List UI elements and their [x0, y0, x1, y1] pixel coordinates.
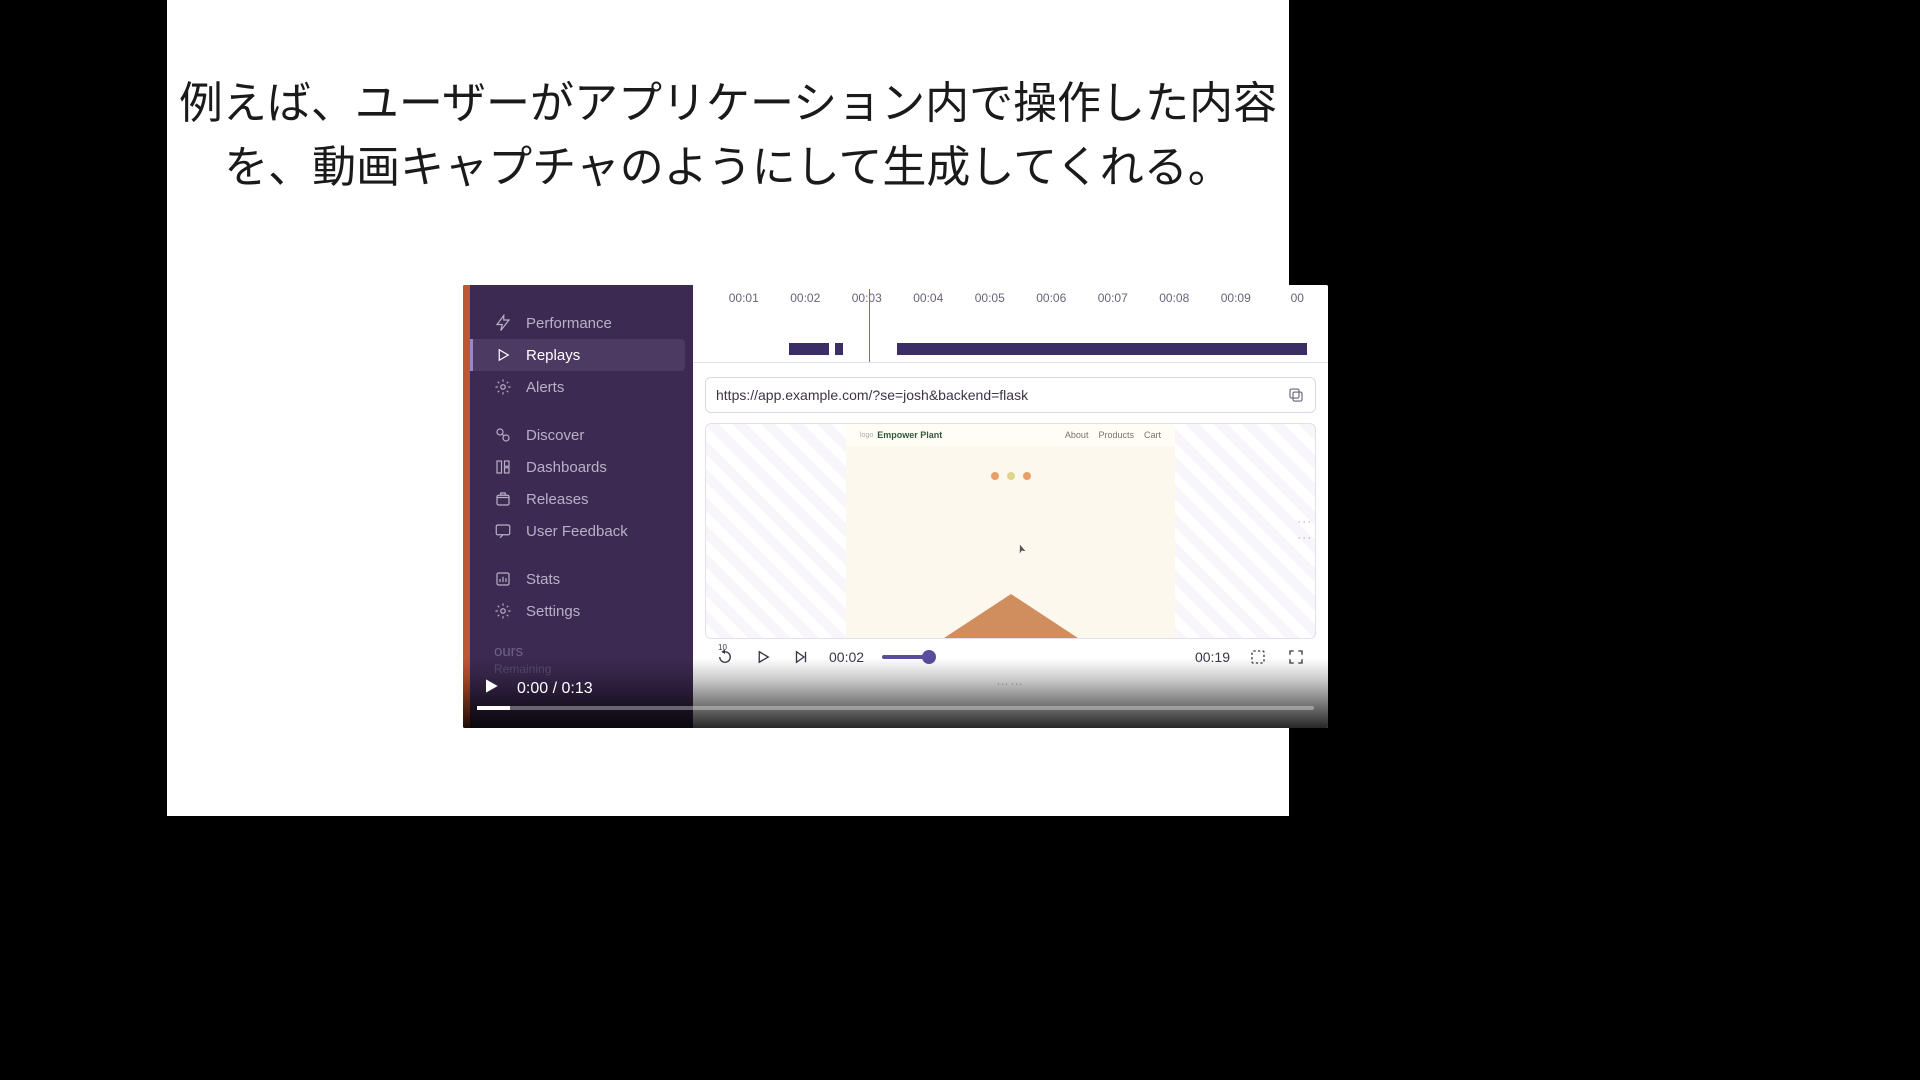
timeline-tick: 00:06 — [1021, 291, 1083, 305]
timeline-segment — [897, 343, 1307, 355]
url-text: https://app.example.com/?se=josh&backend… — [716, 387, 1028, 403]
site-link[interactable]: Products — [1098, 430, 1134, 440]
sidebar-item-label: Discover — [526, 427, 584, 444]
timeline-tick: 00:02 — [775, 291, 837, 305]
sidebar-item-label: Alerts — [526, 379, 564, 396]
package-icon — [494, 490, 512, 508]
site-header: logo Empower Plant About Products Cart — [846, 424, 1175, 446]
replay-stage: logo Empower Plant About Products Cart — [705, 423, 1316, 639]
sidebar-item-label: User Feedback — [526, 523, 628, 540]
sidebar-item-user-feedback[interactable]: User Feedback — [470, 515, 693, 547]
copy-icon[interactable] — [1287, 386, 1305, 404]
video-time: 0:00 / 0:13 — [517, 680, 593, 698]
site-brand: Empower Plant — [877, 430, 942, 440]
sidebar-item-discover[interactable]: Discover — [470, 419, 693, 451]
timeline-ticks: 00:0100:0200:0300:0400:0500:0600:0700:08… — [693, 291, 1328, 305]
timeline-tick: 00:03 — [836, 291, 898, 305]
slide: 例えば、ユーザーがアプリケーション内で操作した内容を、動画キャプチャのようにして… — [167, 0, 1289, 816]
stats-icon — [494, 570, 512, 588]
timeline-segment — [835, 343, 843, 355]
cursor-icon — [1017, 541, 1030, 554]
sidebar-item-label: Replays — [526, 347, 580, 364]
sidebar-item-performance[interactable]: Performance — [470, 307, 693, 339]
grid-icon — [494, 458, 512, 476]
timeline-tick: 00:05 — [959, 291, 1021, 305]
video-play-icon[interactable] — [481, 676, 501, 701]
sidebar-item-label: Settings — [526, 603, 580, 620]
sidebar-item-settings[interactable]: Settings — [470, 595, 693, 627]
sidebar-item-label: Stats — [526, 571, 560, 588]
timeline-tick: 00:09 — [1205, 291, 1267, 305]
timeline-tick: 00 — [1267, 291, 1329, 305]
sidebar-item-releases[interactable]: Releases — [470, 483, 693, 515]
sidebar-item-alerts[interactable]: Alerts — [470, 371, 693, 403]
timeline-segment — [789, 343, 829, 355]
timeline-tick: 00:01 — [713, 291, 775, 305]
video-frame[interactable]: Performance Replays Alerts Discover Dashboa… — [463, 285, 1328, 728]
video-progress-track[interactable] — [477, 706, 1314, 710]
mountain-shape — [941, 594, 1081, 639]
site-links: About Products Cart — [1065, 430, 1161, 440]
timeline-tick: 00:07 — [1082, 291, 1144, 305]
bolt-icon — [494, 314, 512, 332]
video-progress — [477, 706, 510, 710]
sidebar-item-label: Dashboards — [526, 459, 607, 476]
sidebar-item-dashboards[interactable]: Dashboards — [470, 451, 693, 483]
resize-handle-icon[interactable]: ⋮⋮ — [1297, 515, 1313, 547]
timeline[interactable]: 00:0100:0200:0300:0400:0500:0600:0700:08… — [693, 285, 1328, 363]
timeline-track — [713, 343, 1320, 355]
sidebar-item-label: Performance — [526, 315, 612, 332]
loading-dots — [846, 472, 1175, 480]
feedback-icon — [494, 522, 512, 540]
site-link[interactable]: About — [1065, 430, 1089, 440]
url-bar: https://app.example.com/?se=josh&backend… — [705, 377, 1316, 413]
timeline-tick: 00:08 — [1144, 291, 1206, 305]
link-icon — [494, 426, 512, 444]
video-player-chrome: 0:00 / 0:13 — [463, 658, 1328, 728]
play-icon — [494, 346, 512, 364]
site-preview: logo Empower Plant About Products Cart — [846, 424, 1175, 638]
site-link[interactable]: Cart — [1144, 430, 1161, 440]
alert-icon — [494, 378, 512, 396]
timeline-tick: 00:04 — [898, 291, 960, 305]
gear-icon — [494, 602, 512, 620]
sidebar-item-label: Releases — [526, 491, 589, 508]
sidebar-item-stats[interactable]: Stats — [470, 563, 693, 595]
sidebar-item-replays[interactable]: Replays — [470, 339, 685, 371]
headline-text: 例えば、ユーザーがアプリケーション内で操作した内容を、動画キャプチャのようにして… — [167, 72, 1289, 200]
site-logo-prefix: logo — [860, 432, 873, 439]
